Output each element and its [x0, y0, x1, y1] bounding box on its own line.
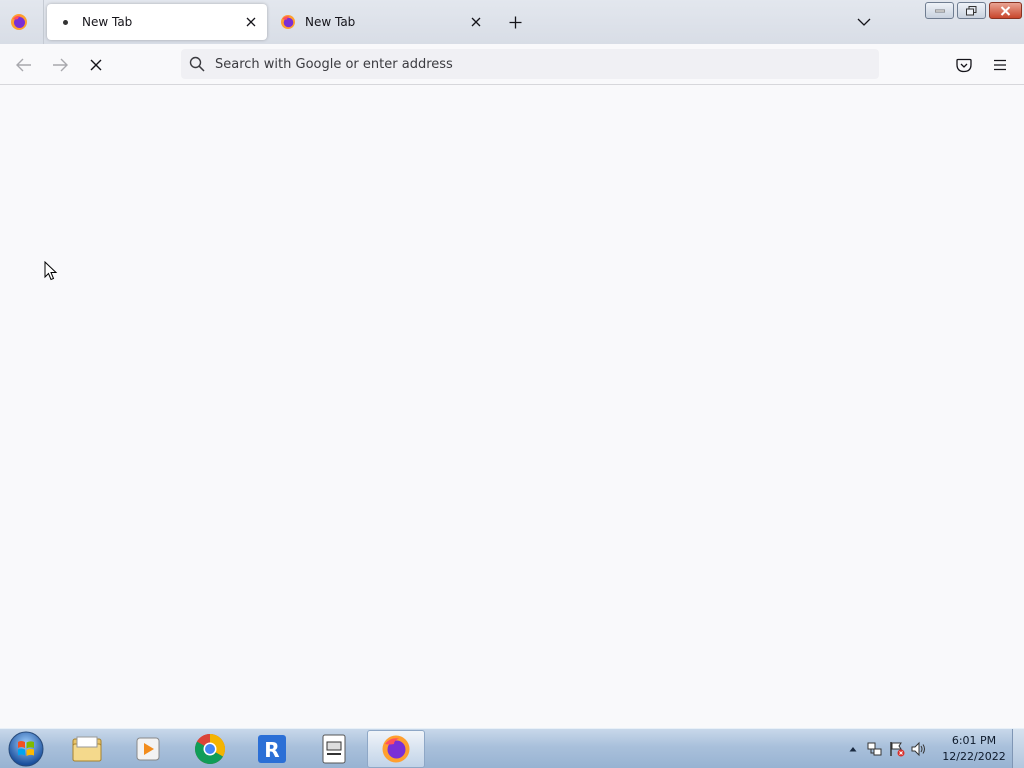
tab-title: New Tab [305, 15, 356, 29]
window-controls [925, 2, 1022, 19]
svg-text:R: R [264, 738, 279, 762]
firefox-logo-icon[interactable] [10, 13, 28, 31]
close-tab-icon[interactable] [239, 10, 263, 34]
loading-indicator-icon [57, 14, 73, 30]
clock-date: 12/22/2022 [942, 750, 1006, 763]
tab-new-tab-active[interactable]: New Tab [47, 4, 267, 40]
tab-strip: New Tab New Tab [0, 0, 1024, 44]
pocket-icon[interactable] [951, 52, 977, 78]
window-app-icon[interactable] [305, 730, 363, 768]
action-center-flag-icon[interactable] [886, 739, 908, 759]
show-desktop-button[interactable] [1012, 729, 1024, 768]
arrow-left-icon[interactable] [11, 52, 37, 78]
taskbar: R 6:01 PM 12/22/2022 [0, 728, 1024, 768]
start-button[interactable] [6, 730, 46, 768]
close-window-button[interactable] [989, 2, 1022, 19]
plus-icon[interactable] [503, 10, 527, 34]
chevron-down-icon[interactable] [852, 10, 876, 34]
tab-separator [43, 0, 44, 44]
tab-new-tab[interactable]: New Tab [270, 4, 492, 40]
address-bar[interactable] [181, 49, 879, 79]
firefox-favicon-icon [280, 14, 296, 30]
tab-title: New Tab [82, 15, 133, 29]
folder-icon[interactable] [58, 730, 116, 768]
taskbar-clock[interactable]: 6:01 PM 12/22/2022 [938, 733, 1010, 765]
mouse-pointer-icon [44, 260, 58, 281]
navigation-toolbar [0, 44, 1024, 85]
media-player-icon[interactable] [119, 730, 177, 768]
show-hidden-icons-icon[interactable] [842, 739, 864, 759]
arrow-right-icon[interactable] [47, 52, 73, 78]
close-tab-icon[interactable] [464, 10, 488, 34]
network-icon[interactable] [864, 739, 886, 759]
system-tray [842, 729, 930, 768]
restore-button[interactable] [957, 2, 986, 19]
chrome-icon[interactable] [181, 730, 239, 768]
search-icon [189, 56, 205, 72]
page-content[interactable] [0, 86, 1024, 728]
close-icon[interactable] [83, 52, 109, 78]
minimize-button[interactable] [925, 2, 954, 19]
url-input[interactable] [215, 56, 879, 72]
firefox-icon[interactable] [367, 730, 425, 768]
hamburger-icon[interactable] [987, 52, 1013, 78]
volume-icon[interactable] [908, 739, 930, 759]
roblox-icon[interactable]: R [243, 730, 301, 768]
clock-time: 6:01 PM [951, 734, 997, 747]
